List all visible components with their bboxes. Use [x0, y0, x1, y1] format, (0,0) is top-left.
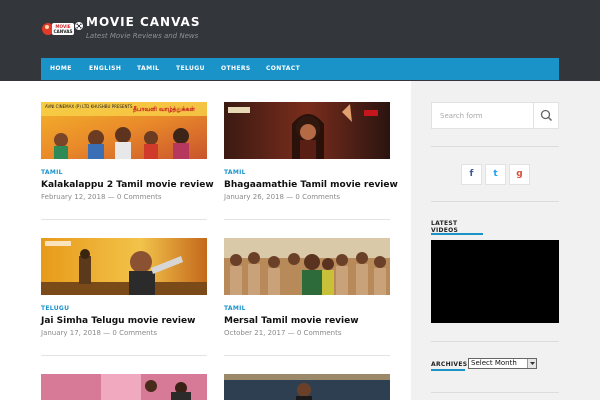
post-comments-link[interactable]: 0 Comments: [112, 329, 157, 337]
post-meta: January 26, 2018 — 0 Comments: [224, 193, 341, 201]
archives-select-value: Select Month: [471, 359, 517, 367]
svg-text:CANVAS: CANVAS: [53, 29, 72, 34]
post-date: October 21, 2017: [224, 329, 286, 337]
facebook-icon[interactable]: f: [461, 164, 482, 185]
post-divider: [224, 355, 390, 356]
twitter-glyph: t: [493, 169, 498, 179]
post-meta: February 12, 2018 — 0 Comments: [41, 193, 162, 201]
nav-item-telugu[interactable]: TELUGU: [176, 58, 205, 80]
facebook-glyph: f: [469, 169, 474, 179]
google-plus-icon[interactable]: g: [509, 164, 530, 185]
archives-title: ARCHIVES: [431, 361, 468, 368]
video-player[interactable]: [431, 240, 559, 323]
search-icon: [540, 109, 553, 122]
main-navigation: HOME ENGLISH TAMIL TELUGU OTHERS CONTACT: [41, 58, 559, 80]
post-category[interactable]: TAMIL: [41, 169, 63, 176]
sidebar-divider: [431, 146, 559, 147]
search-button[interactable]: [533, 103, 558, 128]
sidebar-divider: [431, 392, 559, 393]
nav-item-tamil[interactable]: TAMIL: [137, 58, 159, 80]
post-thumbnail-kalakalappu[interactable]: AVNI CINEMAX (P) LTD KHUSHBU PRESENTS தீ…: [41, 102, 207, 159]
post-thumbnail-bhagaamathie[interactable]: [224, 102, 390, 159]
widget-title-underline: [431, 369, 465, 371]
archives-month-select[interactable]: Select Month: [468, 358, 537, 369]
nav-item-others[interactable]: OTHERS: [221, 58, 251, 80]
post-thumbnail-next-left[interactable]: [41, 374, 207, 400]
post-meta: October 21, 2017 — 0 Comments: [224, 329, 342, 337]
post-comments-link[interactable]: 0 Comments: [297, 329, 342, 337]
post-meta: January 17, 2018 — 0 Comments: [41, 329, 158, 337]
search-input[interactable]: [432, 103, 533, 128]
nav-item-contact[interactable]: CONTACT: [266, 58, 300, 80]
svg-text:தீபாவளி வாழ்த்துக்கள்: தீபாவளி வாழ்த்துக்கள்: [133, 106, 195, 113]
search-form: [431, 102, 559, 129]
post-category[interactable]: TAMIL: [224, 305, 246, 312]
site-title[interactable]: MOVIE CANVAS: [86, 15, 201, 29]
post-title[interactable]: Kalakalappu 2 Tamil movie review: [41, 180, 214, 190]
nav-item-home[interactable]: HOME: [50, 58, 72, 80]
chevron-down-icon: [527, 359, 536, 368]
site-tagline: Latest Movie Reviews and News: [86, 32, 199, 40]
sidebar-divider: [431, 341, 559, 342]
post-date: February 12, 2018: [41, 193, 106, 201]
site-logo[interactable]: MOVIE CANVAS: [42, 18, 84, 40]
post-category[interactable]: TELUGU: [41, 305, 69, 312]
post-title[interactable]: Mersal Tamil movie review: [224, 316, 359, 326]
post-divider: [224, 219, 390, 220]
post-title[interactable]: Bhagaamathie Tamil movie review: [224, 180, 398, 190]
post-thumbnail-jai-simha[interactable]: [41, 238, 207, 295]
widget-title-underline: [431, 233, 483, 235]
post-divider: [41, 355, 207, 356]
post-thumbnail-caption: AVNI CINEMAX (P) LTD KHUSHBU PRESENTS: [45, 104, 133, 109]
post-thumbnail-next-right[interactable]: [224, 374, 390, 400]
latest-videos-title: LATEST VIDEOS: [431, 220, 458, 234]
post-title[interactable]: Jai Simha Telugu movie review: [41, 316, 195, 326]
post-divider: [41, 219, 207, 220]
post-comments-link[interactable]: 0 Comments: [117, 193, 162, 201]
post-date: January 26, 2018: [224, 193, 284, 201]
post-category[interactable]: TAMIL: [224, 169, 246, 176]
nav-item-english[interactable]: ENGLISH: [89, 58, 121, 80]
latest-videos-title-line1: LATEST: [431, 220, 458, 227]
sidebar-divider: [431, 201, 559, 202]
twitter-icon[interactable]: t: [485, 164, 506, 185]
google-plus-glyph: g: [516, 169, 523, 179]
post-date: January 17, 2018: [41, 329, 101, 337]
post-thumbnail-mersal[interactable]: [224, 238, 390, 295]
post-comments-link[interactable]: 0 Comments: [295, 193, 340, 201]
